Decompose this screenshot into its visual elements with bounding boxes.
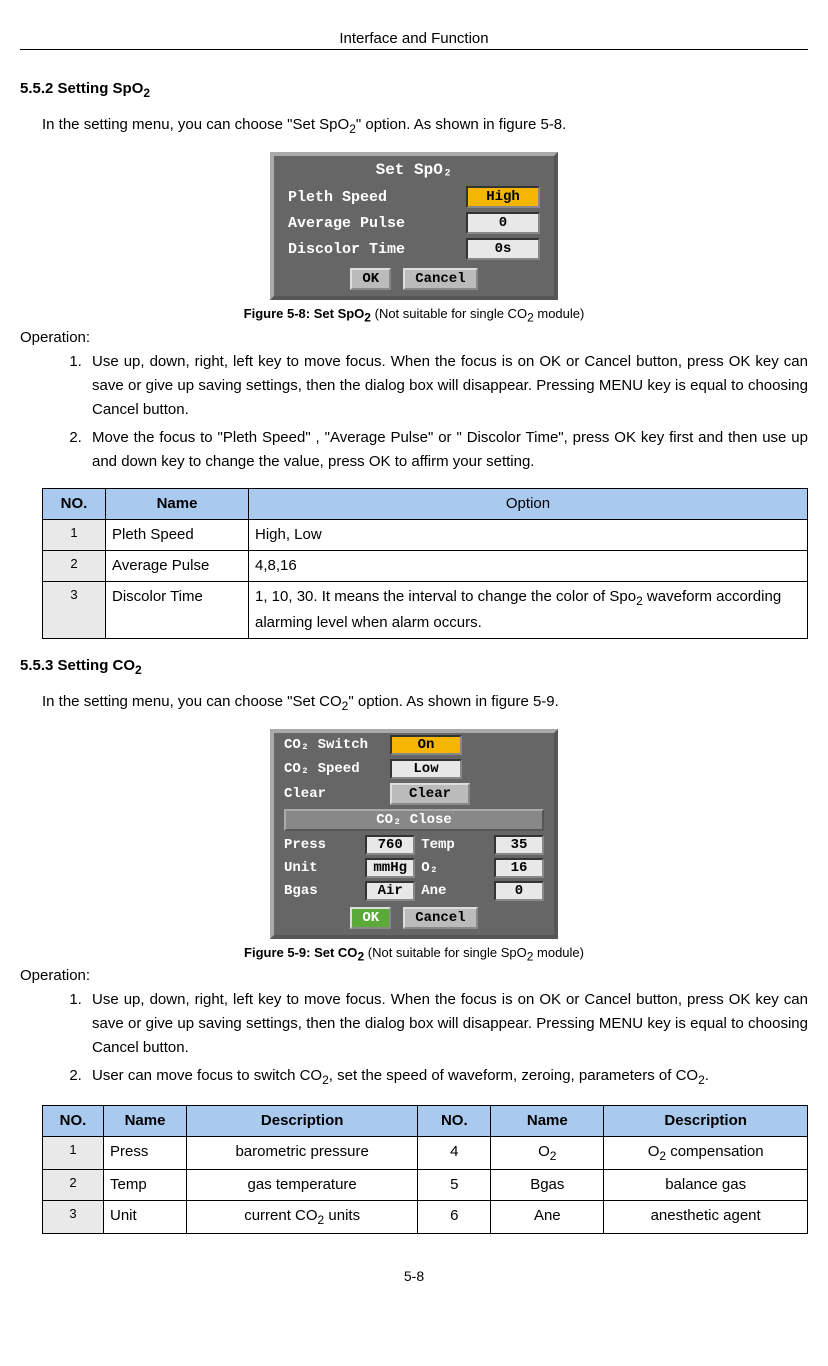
operation-label-1: Operation: — [20, 329, 808, 346]
op1-item1: Use up, down, right, left key to move fo… — [86, 350, 808, 422]
t2-r2-desc2: balance gas — [604, 1169, 808, 1200]
t2-th-desc-a: Description — [187, 1105, 418, 1136]
figure-5-9-caption: Figure 5-9: Set CO2 (Not suitable for si… — [20, 945, 808, 964]
t2-th-no-a: NO. — [43, 1105, 104, 1136]
t2-r3-no2: 6 — [418, 1200, 491, 1233]
press-value[interactable]: 760 — [365, 835, 415, 855]
t2-r2-name: Temp — [104, 1169, 187, 1200]
o2-label: O₂ — [421, 860, 488, 876]
discolor-time-value[interactable]: 0s — [466, 238, 540, 260]
temp-value[interactable]: 35 — [494, 835, 544, 855]
t2-r2-name2: Bgas — [491, 1169, 604, 1200]
co2-close-bar[interactable]: CO₂ Close — [284, 809, 544, 831]
dialog1-title: Set SpO₂ — [274, 156, 554, 184]
section1-intro: In the setting menu, you can choose "Set… — [42, 114, 808, 138]
pleth-speed-label: Pleth Speed — [288, 189, 458, 206]
bgas-label: Bgas — [284, 883, 359, 899]
average-pulse-value[interactable]: 0 — [466, 212, 540, 234]
op2-item1: Use up, down, right, left key to move fo… — [86, 988, 808, 1060]
dialog1-cancel-button[interactable]: Cancel — [403, 268, 477, 290]
page-number: 5-8 — [20, 1268, 808, 1284]
dialog1-ok-button[interactable]: OK — [350, 268, 391, 290]
t1-r2-option: 4,8,16 — [249, 550, 808, 581]
t1-r2-name: Average Pulse — [106, 550, 249, 581]
t2-th-no-b: NO. — [418, 1105, 491, 1136]
page-header: Interface and Function — [20, 30, 808, 50]
t2-r3-name: Unit — [104, 1200, 187, 1233]
spo2-options-table: NO. Name Option 1 Pleth Speed High, Low … — [42, 488, 808, 639]
press-label: Press — [284, 837, 359, 853]
clear-button[interactable]: Clear — [390, 783, 470, 805]
bgas-value[interactable]: Air — [365, 881, 415, 901]
t1-r3-name: Discolor Time — [106, 581, 249, 638]
t2-th-name-b: Name — [491, 1105, 604, 1136]
co2-switch-label: CO₂ Switch — [284, 737, 384, 753]
section-heading-spo2: 5.5.2 Setting SpO2 — [20, 80, 808, 100]
th-name: Name — [106, 488, 249, 519]
co2-switch-value[interactable]: On — [390, 735, 462, 755]
operation-label-2: Operation: — [20, 967, 808, 984]
temp-label: Temp — [421, 837, 488, 853]
t1-r1-option: High, Low — [249, 519, 808, 550]
clear-label: Clear — [284, 786, 384, 802]
t2-r3-desc2: anesthetic agent — [604, 1200, 808, 1233]
operation-list-2: Use up, down, right, left key to move fo… — [60, 988, 808, 1090]
t2-r3-desc: current CO2 units — [187, 1200, 418, 1233]
th-option: Option — [249, 488, 808, 519]
t1-r1-name: Pleth Speed — [106, 519, 249, 550]
co2-params-table: NO. Name Description NO. Name Descriptio… — [42, 1105, 808, 1234]
figure-5-8-caption: Figure 5-8: Set SpO2 (Not suitable for s… — [20, 306, 808, 325]
dialog2-cancel-button[interactable]: Cancel — [403, 907, 477, 929]
op1-item2: Move the focus to "Pleth Speed" , "Avera… — [86, 426, 808, 474]
t2-r2-desc: gas temperature — [187, 1169, 418, 1200]
average-pulse-label: Average Pulse — [288, 215, 458, 232]
ane-label: Ane — [421, 883, 488, 899]
set-co2-dialog: CO₂ Switch On CO₂ Speed Low Clear Clear … — [270, 729, 558, 939]
t2-r1-name2: O2 — [491, 1136, 604, 1169]
o2-value[interactable]: 16 — [494, 858, 544, 878]
average-pulse-row: Average Pulse 0 — [274, 210, 554, 236]
t2-th-desc-b: Description — [604, 1105, 808, 1136]
t1-r2-no: 2 — [43, 550, 106, 581]
t1-r3-no: 3 — [43, 581, 106, 638]
set-spo2-dialog: Set SpO₂ Pleth Speed High Average Pulse … — [270, 152, 558, 300]
t2-r3-no: 3 — [43, 1200, 104, 1233]
co2-speed-label: CO₂ Speed — [284, 761, 384, 777]
t2-r1-desc2: O2 compensation — [604, 1136, 808, 1169]
unit-label: Unit — [284, 860, 359, 876]
t2-r2-no2: 5 — [418, 1169, 491, 1200]
t1-r1-no: 1 — [43, 519, 106, 550]
pleth-speed-value[interactable]: High — [466, 186, 540, 208]
discolor-time-row: Discolor Time 0s — [274, 236, 554, 262]
unit-value[interactable]: mmHg — [365, 858, 415, 878]
co2-speed-value[interactable]: Low — [390, 759, 462, 779]
t2-r1-no: 1 — [43, 1136, 104, 1169]
th-no: NO. — [43, 488, 106, 519]
op2-item2: User can move focus to switch CO2, set t… — [86, 1064, 808, 1090]
section-heading-co2: 5.5.3 Setting CO2 — [20, 657, 808, 677]
ane-value[interactable]: 0 — [494, 881, 544, 901]
section2-intro: In the setting menu, you can choose "Set… — [42, 691, 808, 715]
t2-r2-no: 2 — [43, 1169, 104, 1200]
discolor-time-label: Discolor Time — [288, 241, 458, 258]
t1-r3-option: 1, 10, 30. It means the interval to chan… — [249, 581, 808, 638]
t2-r1-name: Press — [104, 1136, 187, 1169]
dialog2-ok-button[interactable]: OK — [350, 907, 391, 929]
t2-th-name-a: Name — [104, 1105, 187, 1136]
t2-r1-no2: 4 — [418, 1136, 491, 1169]
t2-r3-name2: Ane — [491, 1200, 604, 1233]
operation-list-1: Use up, down, right, left key to move fo… — [60, 350, 808, 474]
pleth-speed-row: Pleth Speed High — [274, 184, 554, 210]
t2-r1-desc: barometric pressure — [187, 1136, 418, 1169]
